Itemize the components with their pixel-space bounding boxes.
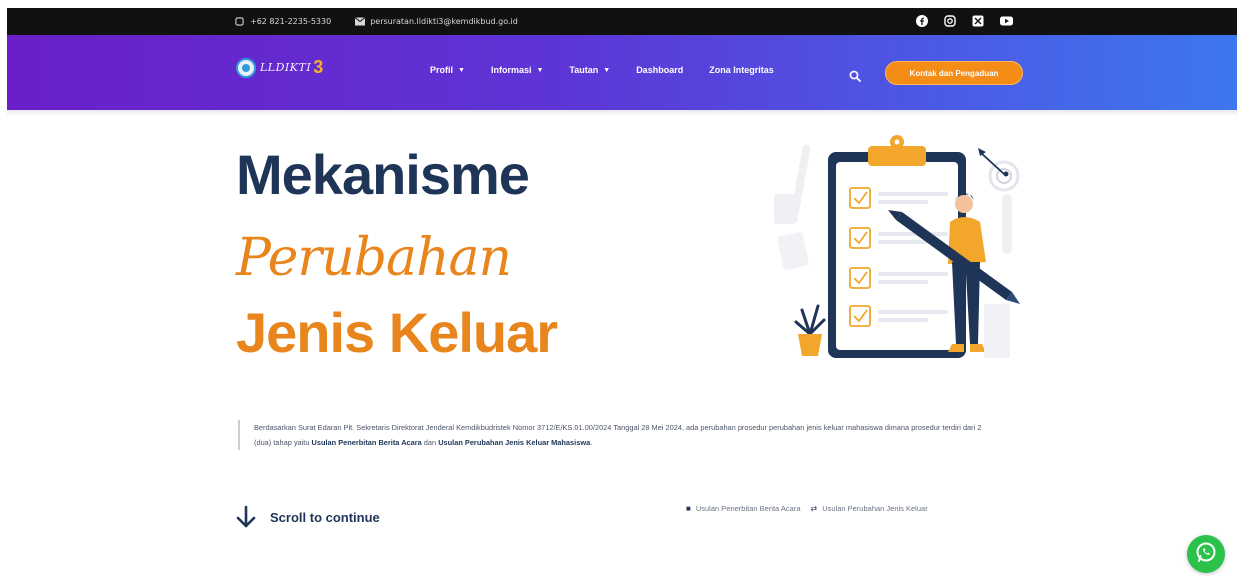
whatsapp-icon	[1195, 541, 1217, 567]
link-usulan-perubahan-jenis-keluar[interactable]: ⇄ Usulan Perubahan Jenis Keluar	[811, 504, 928, 513]
nav-item-informasi[interactable]: Informasi ▼	[491, 65, 543, 75]
site-logo[interactable]: LLDIKTI 3	[236, 57, 323, 78]
nav-item-dashboard[interactable]: Dashboard	[636, 65, 683, 75]
phone-number[interactable]: +62 821-2235-5330	[250, 17, 331, 26]
youtube-icon[interactable]	[999, 14, 1013, 28]
email-address[interactable]: persuratan.lldikti3@kemdikbud.go.id	[370, 17, 518, 26]
chevron-down-icon: ▼	[536, 66, 544, 74]
logo-wordmark: LLDIKTI	[260, 61, 312, 74]
logo-number: 3	[313, 57, 324, 77]
nav-item-zona-integritas[interactable]: Zona Integritas	[709, 65, 774, 75]
navbar-shadow	[7, 110, 1237, 116]
nav-item-tautan[interactable]: Tautan ▼	[569, 65, 610, 75]
checklist-illustration	[766, 134, 1022, 364]
whatsapp-button[interactable]	[1187, 535, 1225, 573]
phone-icon	[235, 17, 244, 26]
document-icon: ■	[686, 504, 691, 513]
mail-icon	[354, 17, 366, 26]
link-label: Usulan Perubahan Jenis Keluar	[822, 504, 928, 513]
chevron-down-icon: ▼	[603, 66, 611, 74]
search-icon[interactable]	[849, 67, 861, 82]
description-part: dan	[421, 438, 439, 447]
nav-item-profil[interactable]: Profil ▼	[430, 65, 465, 75]
nav-item-label: Informasi	[490, 65, 532, 75]
description-part: .	[590, 438, 593, 447]
twitter-icon[interactable]	[971, 14, 985, 28]
hero-title-line-2: Perubahan	[236, 228, 512, 288]
nav-item-label: Zona Integritas	[709, 65, 774, 75]
scroll-to-continue[interactable]: Scroll to continue	[236, 505, 380, 529]
social-links	[915, 14, 1013, 28]
instagram-icon[interactable]	[943, 14, 957, 28]
nav-item-label: Profil	[430, 65, 454, 75]
contact-info: +62 821-2235-5330 persuratan.lldikti3@ke…	[235, 8, 518, 35]
description-text: Berdasarkan Surat Edaran Plt. Sekretaris…	[238, 420, 998, 450]
description-highlight-1: Usulan Penerbitan Berita Acara	[311, 438, 422, 447]
link-usulan-penerbitan-berita-acara[interactable]: ■ Usulan Penerbitan Berita Acara	[686, 504, 801, 513]
swap-icon: ⇄	[810, 504, 818, 513]
link-label: Usulan Penerbitan Berita Acara	[695, 504, 801, 513]
scroll-label: Scroll to continue	[270, 509, 380, 525]
nav-item-label: Tautan	[569, 65, 599, 75]
description-highlight-2: Usulan Perubahan Jenis Keluar Mahasiswa	[438, 438, 591, 447]
logo-seal-icon	[236, 57, 256, 78]
step-links: ■ Usulan Penerbitan Berita Acara ⇄ Usula…	[686, 504, 928, 513]
nav-item-label: Dashboard	[636, 65, 684, 75]
top-contact-bar: +62 821-2235-5330 persuratan.lldikti3@ke…	[7, 8, 1237, 35]
hero-title-line-3: Jenis Keluar	[236, 301, 558, 364]
chevron-down-icon: ▼	[458, 66, 465, 74]
hero-title-line-1: Mekanisme	[236, 143, 530, 206]
contact-complaint-button[interactable]: Kontak dan Pengaduan	[885, 61, 1023, 85]
nav-menu: Profil ▼ Informasi ▼ Tautan ▼ Dashboard …	[430, 65, 774, 75]
facebook-icon[interactable]	[915, 14, 929, 28]
arrow-down-icon	[236, 505, 256, 529]
main-navbar: LLDIKTI 3 Profil ▼ Informasi ▼ Tautan ▼ …	[7, 35, 1237, 110]
